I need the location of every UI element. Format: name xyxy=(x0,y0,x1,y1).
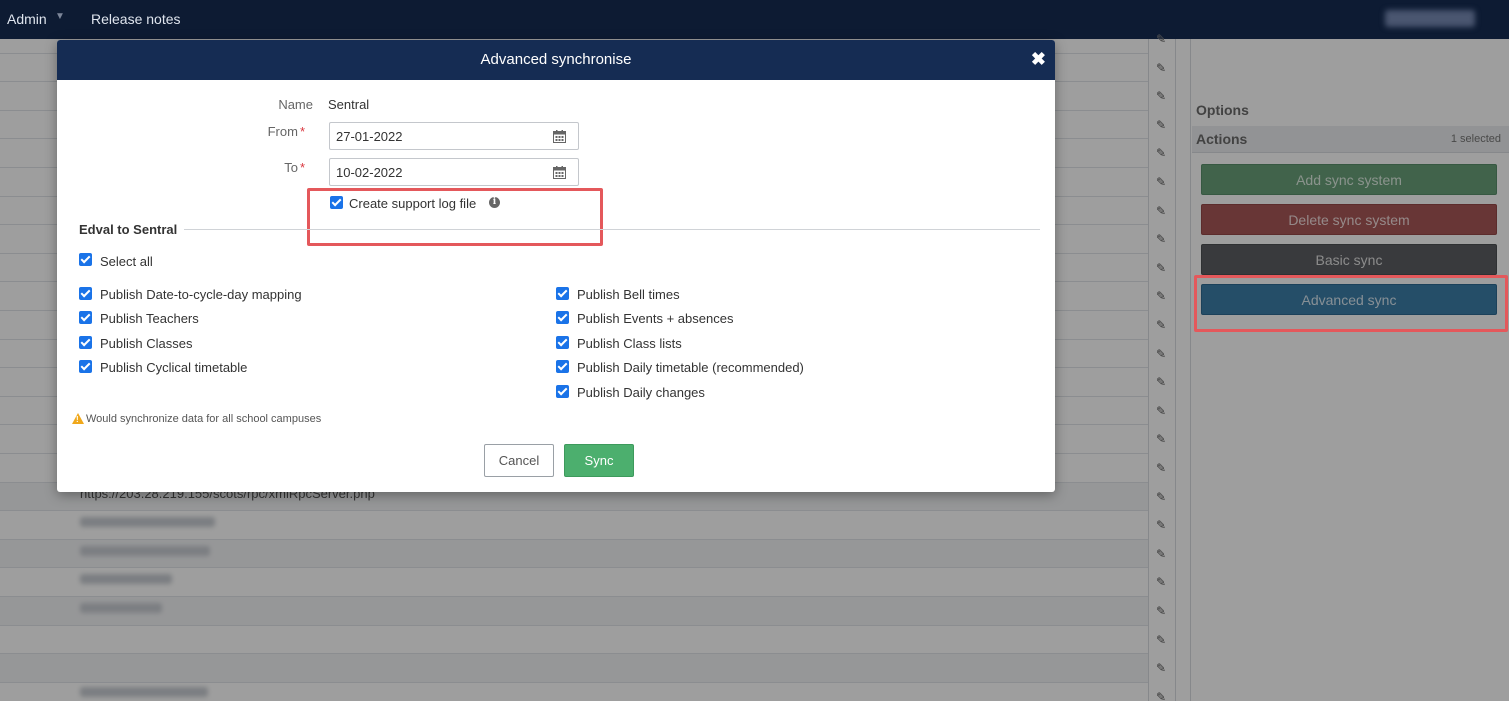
option-checkbox[interactable] xyxy=(556,360,569,373)
user-menu[interactable] xyxy=(1385,10,1475,27)
to-label: To * xyxy=(185,160,305,175)
sync-button[interactable]: Sync xyxy=(564,444,634,477)
name-value: Sentral xyxy=(328,97,370,112)
support-log-highlight xyxy=(307,188,603,246)
warning-icon-mark: ! xyxy=(76,415,79,424)
option-label: Publish Bell times xyxy=(577,287,680,302)
option-checkbox[interactable] xyxy=(79,311,92,324)
option-label: Publish Events + absences xyxy=(577,311,734,326)
advanced-synchronise-dialog: Advanced synchronise ✖ Name Sentral From… xyxy=(57,40,1055,492)
option-checkbox[interactable] xyxy=(556,311,569,324)
option-checkbox[interactable] xyxy=(556,336,569,349)
option-label: Publish Classes xyxy=(100,336,193,351)
calendar-icon[interactable] xyxy=(553,166,566,179)
section-title: Edval to Sentral xyxy=(79,222,178,237)
from-label-text: From xyxy=(267,124,298,139)
option-checkbox[interactable] xyxy=(79,336,92,349)
option-checkbox[interactable] xyxy=(556,385,569,398)
from-label: From * xyxy=(185,124,305,139)
chevron-down-icon[interactable]: ▼ xyxy=(55,11,65,22)
from-date-field[interactable]: 27-01-2022 xyxy=(329,122,579,150)
option-checkbox[interactable] xyxy=(556,287,569,300)
option-label: Publish Date-to-cycle-day mapping xyxy=(100,287,302,302)
option-label: Publish Class lists xyxy=(577,336,682,351)
dialog-title: Advanced synchronise xyxy=(480,51,632,68)
required-asterisk: * xyxy=(299,160,305,175)
select-all-label: Select all xyxy=(100,254,153,269)
name-label: Name xyxy=(278,97,313,112)
select-all-checkbox[interactable] xyxy=(79,253,92,266)
to-date-field[interactable]: 10-02-2022 xyxy=(329,158,579,186)
advanced-sync-highlight xyxy=(1194,275,1508,332)
to-label-text: To xyxy=(284,160,298,175)
to-date-value: 10-02-2022 xyxy=(336,165,403,180)
option-checkbox[interactable] xyxy=(79,287,92,300)
required-asterisk: * xyxy=(299,124,305,139)
close-icon[interactable]: ✖ xyxy=(1031,49,1046,69)
warning-text: Would synchronize data for all school ca… xyxy=(86,413,322,425)
option-checkbox[interactable] xyxy=(79,360,92,373)
cancel-button[interactable]: Cancel xyxy=(484,444,554,477)
option-label: Publish Daily changes xyxy=(577,385,705,400)
option-label: Publish Daily timetable (recommended) xyxy=(577,360,804,375)
dialog-header: Advanced synchronise ✖ xyxy=(57,40,1055,80)
calendar-icon[interactable] xyxy=(553,130,566,143)
option-label: Publish Teachers xyxy=(100,311,199,326)
from-date-value: 27-01-2022 xyxy=(336,129,403,144)
section-divider xyxy=(184,229,1040,230)
option-label: Publish Cyclical timetable xyxy=(100,360,248,375)
